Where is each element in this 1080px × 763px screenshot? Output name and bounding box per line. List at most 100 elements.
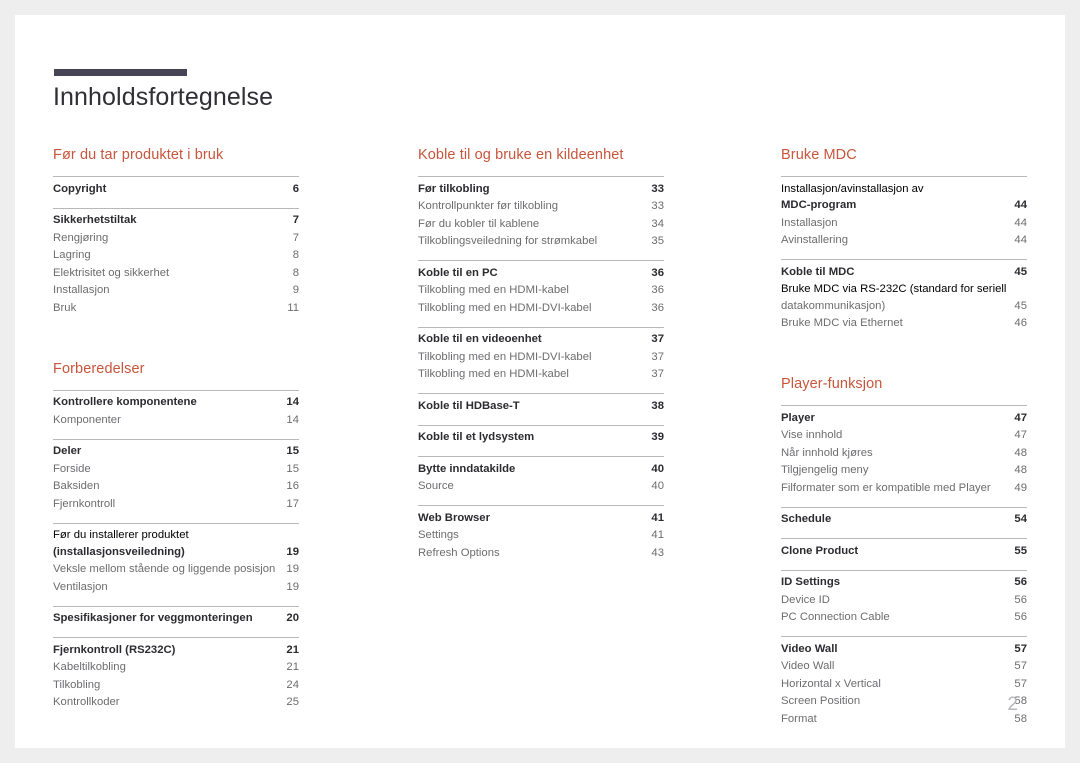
toc-entry[interactable]: Før du installerer produktet (installasjo…: [53, 527, 299, 561]
toc-section: Før du tar produktet i bruk Copyright 6 Sik…: [53, 146, 299, 320]
toc-entry[interactable]: Bruk 11: [53, 299, 299, 317]
toc-entry[interactable]: Koble til et lydsystem 39: [418, 429, 664, 447]
toc-entry[interactable]: Refresh Options 43: [418, 544, 664, 562]
toc-entry[interactable]: Kontrollkoder 25: [53, 694, 299, 712]
toc-group: Koble til en PC 36 Tilkobling med en HDMI-…: [418, 260, 664, 320]
section-heading: Bruke MDC: [781, 147, 857, 163]
toc-entry-page: 43: [651, 546, 664, 559]
toc-entry[interactable]: Tilkobling 24: [53, 676, 299, 694]
toc-entry-page: 35: [651, 235, 664, 247]
toc-entry[interactable]: Koble til HDBase-T 38: [418, 397, 664, 415]
toc-entry-label: Sikkerhetstiltak: [53, 214, 137, 226]
toc-entry[interactable]: Fjernkontroll 17: [53, 495, 299, 513]
toc-entry[interactable]: Installasjon 44: [781, 214, 1027, 232]
toc-entry-label: Vise innhold: [781, 429, 843, 441]
toc-entry[interactable]: Screen Position 58: [781, 693, 1027, 711]
toc-entry-page: 36: [651, 284, 664, 296]
toc-entry[interactable]: Video Wall 57: [781, 658, 1027, 676]
toc-entry-label: Koble til en PC: [418, 266, 498, 279]
toc-entry[interactable]: Fjernkontroll (RS232C) 21: [53, 641, 299, 659]
toc-entry[interactable]: ID Settings 56: [781, 574, 1027, 592]
toc-entry[interactable]: Bruke MDC via Ethernet 46: [781, 315, 1027, 333]
toc-entry-page: 39: [651, 431, 664, 443]
toc-group: Web Browser 41 Settings 41 Refresh Options 43: [418, 505, 664, 565]
toc-entry[interactable]: Installasjon 9: [53, 282, 299, 300]
toc-entry[interactable]: Device ID 56: [781, 591, 1027, 609]
toc-entry[interactable]: Deler 15: [53, 443, 299, 461]
toc-entry[interactable]: Før tilkobling 33: [418, 180, 664, 198]
toc-entry[interactable]: Clone Product 55: [781, 542, 1027, 560]
toc-entry-page: 56: [1014, 576, 1027, 588]
toc-group: Fjernkontroll (RS232C) 21 Kabeltilkobling 2…: [53, 637, 299, 714]
toc-group: Bytte inndatakilde 40 Source 40: [418, 456, 664, 498]
toc-entry-page: 41: [651, 511, 664, 524]
toc-entry[interactable]: Source 40: [418, 478, 664, 496]
toc-entry[interactable]: Koble til en PC 36: [418, 264, 664, 282]
toc-entry[interactable]: Video Wall 57: [781, 640, 1027, 658]
toc-entry[interactable]: Når innhold kjøres 48: [781, 444, 1027, 462]
toc-entry[interactable]: Koble til en videoenhet 37: [418, 331, 664, 349]
toc-entry-page: 48: [1014, 464, 1027, 476]
toc-entry[interactable]: Koble til MDC 45: [781, 263, 1027, 281]
toc-entry-page: 49: [1014, 481, 1027, 494]
toc-entry[interactable]: Kontrollpunkter før tilkobling 33: [418, 198, 664, 216]
toc-entry-label: Schedule: [781, 513, 832, 525]
toc-entry-page: 8: [292, 249, 299, 261]
toc-entry-label: Kabeltilkobling: [53, 661, 126, 673]
toc-entry-page: 24: [286, 678, 299, 691]
toc-entry-label: Deler: [53, 445, 82, 457]
toc-entry[interactable]: Baksiden 16: [53, 478, 299, 496]
toc-entry[interactable]: Tilkobling med en HDMI-kabel 36: [418, 282, 664, 300]
toc-entry[interactable]: Tilkobling med en HDMI-DVI-kabel 36: [418, 299, 664, 317]
toc-entry-label: Forside: [53, 462, 91, 475]
toc-entry[interactable]: Veksle mellom stående og liggende posisj…: [53, 561, 299, 579]
toc-entry-label: Bruke MDC via RS-232C (standard for seri…: [781, 283, 1007, 295]
toc-entry-label: Fjernkontroll: [53, 497, 116, 510]
toc-entry[interactable]: Tilkobling med en HDMI-DVI-kabel 37: [418, 348, 664, 366]
toc-entry[interactable]: Avinstallering 44: [781, 232, 1027, 250]
toc-entry-page: 21: [286, 661, 299, 673]
toc-entry[interactable]: Lagring 8: [53, 247, 299, 265]
toc-entry-second-line: datakommunikasjon) 45: [781, 298, 1027, 315]
toc-entry-page: 38: [651, 399, 664, 412]
toc-group: Video Wall 57 Video Wall 57 Horizontal x Ver…: [781, 636, 1027, 731]
toc-entry-page: 36: [651, 301, 664, 314]
toc-entry[interactable]: Format 58: [781, 710, 1027, 728]
toc-entry[interactable]: Før du kobler til kablene 34: [418, 215, 664, 233]
toc-entry[interactable]: Elektrisitet og sikkerhet 8: [53, 264, 299, 282]
toc-entry[interactable]: Filformater som er kompatible med Player…: [781, 479, 1027, 497]
toc-entry-page: 9: [292, 284, 299, 296]
toc-entry[interactable]: Rengjøring 7: [53, 229, 299, 247]
toc-entry-page: 47: [1014, 429, 1027, 441]
toc-group: Player 47 Vise innhold 47 Når innhold kjøres…: [781, 405, 1027, 500]
toc-entry[interactable]: Horizontal x Vertical 57: [781, 675, 1027, 693]
toc-entry-label: Installasjon: [53, 284, 110, 296]
toc-entry-label: Installasjon/avinstallasjon av: [781, 182, 924, 195]
toc-entry[interactable]: Tilkobling med en HDMI-kabel 37: [418, 366, 664, 384]
toc-entry[interactable]: Sikkerhetstiltak 7: [53, 212, 299, 230]
toc-entry[interactable]: Installasjon/avinstallasjon av MDC-progra…: [781, 180, 1027, 214]
toc-entry[interactable]: Tilkoblingsveiledning for strømkabel 35: [418, 233, 664, 251]
toc-entry[interactable]: Kontrollere komponentene 14: [53, 394, 299, 412]
toc-entry[interactable]: Bytte inndatakilde 40: [418, 460, 664, 478]
toc-entry[interactable]: Schedule 54: [781, 511, 1027, 529]
toc-entry[interactable]: Player 47: [781, 409, 1027, 427]
toc-entry[interactable]: Settings 41: [418, 527, 664, 545]
toc-entry[interactable]: Web Browser 41: [418, 509, 664, 527]
toc-entry[interactable]: Ventilasjon 19: [53, 578, 299, 596]
toc-entry[interactable]: Komponenter 14: [53, 411, 299, 429]
toc-entry[interactable]: Copyright 6: [53, 180, 299, 198]
toc-entry[interactable]: Spesifikasjoner for veggmonteringen 20: [53, 610, 299, 628]
toc-entry-label: Refresh Options: [418, 546, 500, 559]
toc-entry[interactable]: Kabeltilkobling 21: [53, 659, 299, 677]
toc-section: Koble til og bruke en kildeenhet Før tilk…: [418, 146, 664, 565]
toc-entry[interactable]: Forside 15: [53, 460, 299, 478]
toc-entry[interactable]: Vise innhold 47: [781, 427, 1027, 445]
toc-entry-label: Video Wall: [781, 642, 838, 655]
toc-entry[interactable]: PC Connection Cable 56: [781, 609, 1027, 627]
toc-entry-label-cont: (installasjonsveiledning): [53, 545, 185, 558]
toc-entry-page: 40: [651, 480, 664, 492]
toc-entry[interactable]: Tilgjengelig meny 48: [781, 462, 1027, 480]
toc-entry-page: 33: [651, 200, 664, 212]
toc-entry[interactable]: Bruke MDC via RS-232C (standard for seri…: [781, 281, 1027, 315]
